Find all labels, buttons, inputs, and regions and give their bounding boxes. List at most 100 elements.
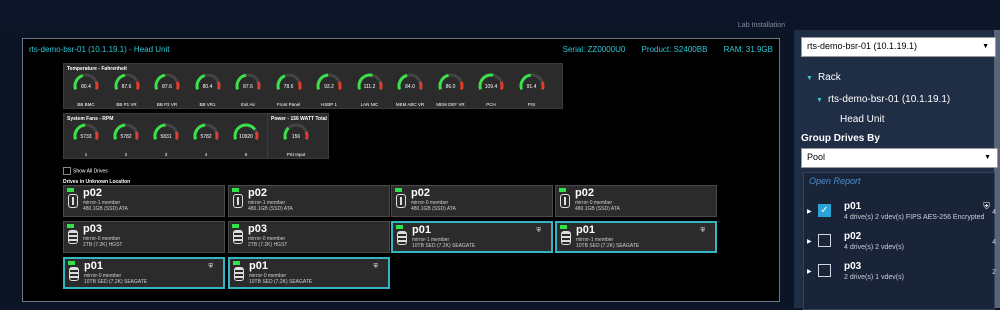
drive-spec: 10TB SED (7.2K) SEAGATE [84,279,148,285]
drive-card[interactable]: p03 mirror-0 member 2TB (7.2K) HGST [63,221,225,253]
gauge-label: BB BMC [77,102,95,107]
gauge: 93.2 HSBP 1 [311,72,347,112]
drive-pool: p01 [249,260,268,272]
ssd-drive-icon [233,194,243,208]
drive-card[interactable]: p01 mirror-1 member 10TB SED (7.2K) SEAGAT… [555,221,717,253]
system-select[interactable]: rts-demo-bsr-01 (10.1.19.1) ▼ [801,37,996,57]
temperature-panel: Temperature - Fahrenheit 80.4 BB BMC 87.6 B… [63,63,563,109]
drive-pool: p02 [248,187,267,199]
gauge: 91.4 PSI [514,72,550,112]
drive-pool: p03 [83,223,102,235]
pool-checkbox[interactable] [818,234,831,247]
pool-count: 4 [992,209,996,216]
gauge-value: 87.6 [243,84,253,90]
gauge-label: BB P2 VR [156,102,178,107]
gauge-value: 86.0 [445,84,456,90]
tree-item-host[interactable]: ▼ rts-demo-bsr-01 (10.1.19.1) [816,94,950,105]
gauge-value: 91.4 [526,84,537,90]
chevron-down-icon: ▼ [984,154,991,161]
pool-desc: 4 drive(s) 2 vdev(s) FIPS AES-256 Encryp… [844,214,985,221]
hdd-drive-icon [561,231,571,245]
pool-row[interactable]: ▶ p03 2 drive(s) 1 vdev(s) 2 [804,259,996,285]
product-label: Product: S2400BB [641,45,708,54]
gauge-label: HSBP 1 [321,102,337,107]
gauge-label: 4 [204,152,208,157]
drive-card[interactable]: p02 mirror-1 member 480.1GB (SSD) ATA [228,185,390,217]
pool-checkbox[interactable] [818,264,831,277]
drive-pool: p01 [412,224,431,236]
gauge: 86.0 MEM DEF VR [433,72,469,112]
hdd-drive-icon [234,267,244,281]
drive-spec: 480.1GB (SSD) ATA [411,206,456,212]
gauge-value: 156 [291,134,301,140]
drive-pool: p03 [248,223,267,235]
drive-card[interactable]: p01 mirror-0 member 10TB SED (7.2K) SEAGAT… [228,257,390,289]
open-report-link[interactable]: Open Report [809,176,861,186]
drive-card[interactable]: p02 mirror-0 member 480.1GB (SSD) ATA [391,185,553,217]
tree-item-rack[interactable]: ▼ Rack [806,72,841,83]
drive-status-led [68,261,75,265]
gauge-value: 109.4 [484,84,498,90]
gauge-label: 5 [244,152,248,157]
show-all-drives-checkbox[interactable] [63,167,71,175]
gauge: 5733 1 [68,122,104,162]
system-view-panel: rts-demo-bsr-01 (10.1.19.1) - Head Unit … [22,38,780,302]
gauge-label: 1 [84,152,88,157]
drive-card[interactable]: p01 mirror-0 member 10TB SED (7.2K) SEAGAT… [63,257,225,289]
gauge-value: 80.4 [202,84,213,90]
gauge: 5782 4 [188,122,224,162]
pool-checkbox[interactable]: ✓ [818,204,831,217]
gauge-value: 87.6 [162,84,172,90]
caret-right-icon[interactable]: ▶ [807,208,812,215]
gauge: 87.6 BB P1 VR [109,72,145,112]
top-bar: Lab Installation [0,0,1000,30]
drive-card[interactable]: p02 mirror-0 member 480.1GB (SSD) ATA [555,185,717,217]
pool-list-panel: Open Report ▶ ✓ p01 4 drive(s) 2 vdev(s) FI… [803,172,996,310]
tree-host-label: rts-demo-bsr-01 (10.1.19.1) [827,94,951,105]
gauge-value: 80.4 [81,84,91,90]
gauge: 10920 5 [228,122,264,162]
group-select[interactable]: Pool ▼ [801,148,998,168]
gauge-label: PCH [486,102,496,107]
drive-status-led [233,261,240,265]
drive-status-led [560,225,567,229]
gauge-value: 78.6 [283,84,294,90]
gauge: 5831 3 [148,122,184,162]
drive-status-led [395,188,402,192]
gauge: 87.6 BB P2 VR [149,72,185,112]
power-panel: Power - 156 WATT Total 156 PSI Input [267,113,329,159]
gauge: 80.4 BB VR1 [190,72,226,112]
caret-right-icon[interactable]: ▶ [807,268,812,275]
fans-panel: System Fans - RPM 5733 1 5782 2 5831 3 5782 4 10… [63,113,269,159]
drive-status-led [232,188,239,192]
drive-status-led [396,225,403,229]
pool-name: p01 [844,201,862,212]
chevron-down-icon: ▼ [982,43,989,50]
pool-name: p02 [844,231,862,242]
gauge-label: 2 [124,152,128,157]
gauge-value: 84.0 [405,84,415,90]
gauge-label: MEM DEF VR [436,102,465,107]
drive-pool: p02 [575,187,594,199]
gauge-label: Front Panel [276,102,301,107]
gauge-label: MEM ABC VR [395,102,425,107]
pool-row[interactable]: ▶ p02 4 drive(s) 2 vdev(s) 4 [804,229,996,255]
pool-row[interactable]: ▶ ✓ p01 4 drive(s) 2 vdev(s) FIPS AES-256 E… [804,199,996,225]
show-all-drives-toggle[interactable]: Show All Drives [63,167,108,175]
gauge-value: 5831 [160,134,172,140]
drive-card[interactable]: p03 mirror-0 member 2TB (7.2K) HGST [228,221,390,253]
drive-card[interactable]: p01 mirror-1 member 10TB SED (7.2K) SEAGAT… [391,221,553,253]
drive-card[interactable]: p02 mirror-1 member 480.1GB (SSD) ATA [63,185,225,217]
gauge-label: PSI Input [286,152,306,157]
ram-label: RAM: 31.9GB [723,45,773,54]
gauge-value: 87.6 [121,84,132,90]
tree-item-head-unit[interactable]: Head Unit [840,114,884,125]
hdd-drive-icon [397,231,407,245]
gauge: 109.4 PCH [473,72,509,112]
caret-right-icon[interactable]: ▶ [807,238,812,245]
shield-icon: ⛨ [536,228,541,234]
gauge-label: BB VR1 [199,102,216,107]
shield-icon: ⛨ [983,201,990,211]
pool-count: 2 [992,269,996,276]
drive-pool: p02 [411,187,430,199]
